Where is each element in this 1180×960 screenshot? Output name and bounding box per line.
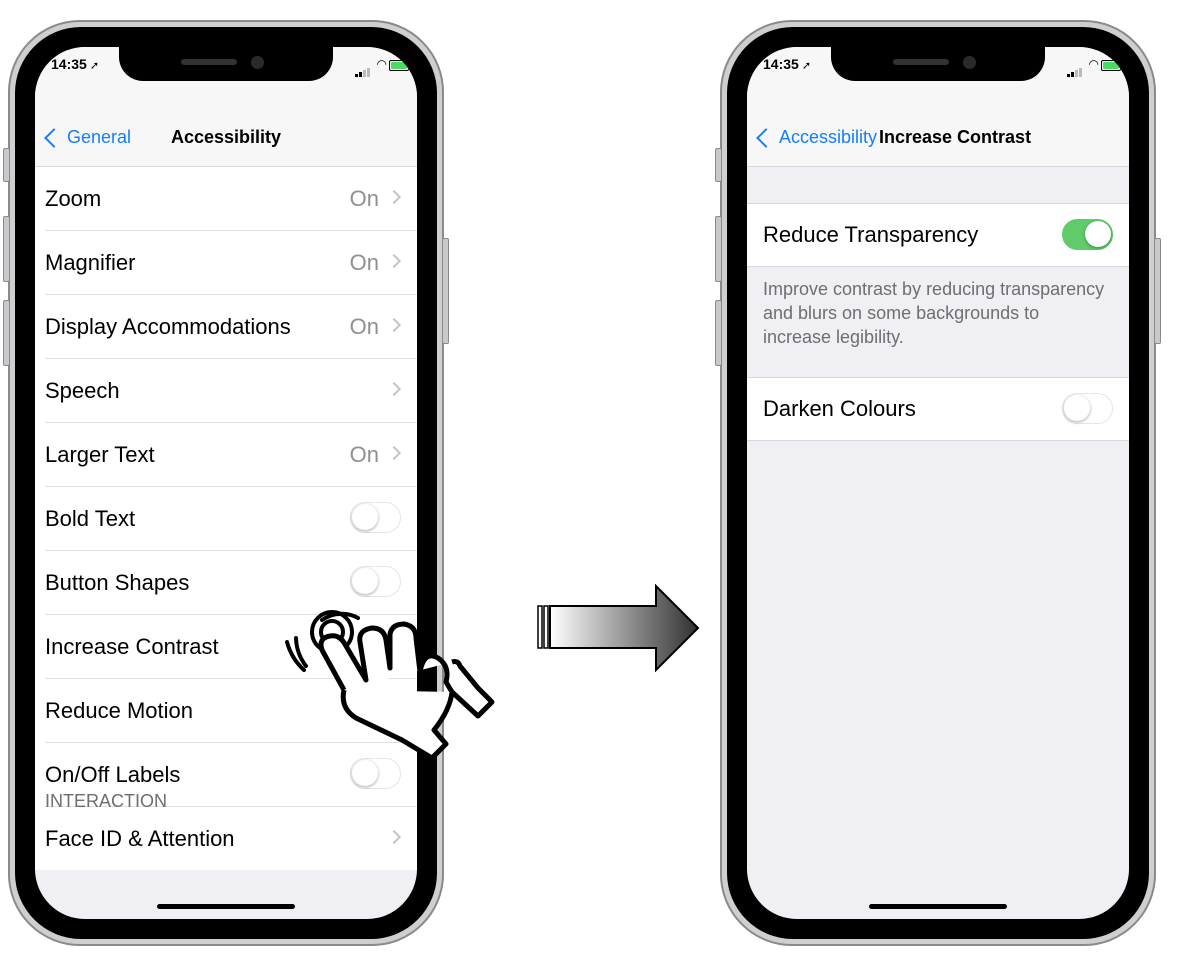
row-label: Reduce Transparency [763,222,979,247]
row-label: Face ID & Attention [45,825,235,851]
battery-icon [1101,60,1123,71]
accessibility-list: Zoom On Magnifier On Display Accommodati… [35,167,417,870]
row-speech[interactable]: Speech [45,359,417,423]
mute-switch [3,148,10,182]
reduce-transparency-description: Improve contrast by reducing transparenc… [763,279,1105,347]
home-indicator[interactable] [157,904,295,909]
location-arrow-icon: ➚ [89,60,100,72]
speaker [181,59,237,65]
darken-colours-toggle[interactable] [1062,393,1113,424]
chevron-right-icon [386,381,402,397]
row-label: Button Shapes [45,569,190,595]
row-face-id-attention[interactable]: Face ID & Attention [45,807,417,870]
row-label: Larger Text [45,441,155,467]
row-darken-colours: Darken Colours [763,378,1129,440]
reduce-transparency-toggle[interactable] [1062,219,1113,250]
chevron-right-icon [386,317,402,333]
nav-bar: General Accessibility [35,91,417,167]
side-button [1154,238,1161,344]
row-label: Reduce Motion [45,697,193,723]
left-screen: 14:35➚ ◠ General Accessibility Zoom On [35,47,417,919]
notch [831,47,1045,81]
side-button [442,238,449,344]
notch [119,47,333,81]
row-label: Speech [45,377,120,403]
chevron-right-icon [386,829,402,845]
volume-up-button [3,216,10,282]
row-value: On [349,185,379,211]
phone-bezel: 14:35 ➚ ◠ Accessibility Increase Contrast… [727,27,1149,939]
phone-bezel: 14:35➚ ◠ General Accessibility Zoom On [15,27,437,939]
row-value: On [349,441,379,467]
row-label: On/Off Labels [45,761,181,787]
row-value: On [349,249,379,275]
location-arrow-icon: ➚ [801,60,812,72]
chevron-right-icon [386,189,402,205]
chevron-left-icon [756,127,776,148]
volume-up-button [715,216,722,282]
volume-down-button [3,300,10,366]
darken-colours-group: Darken Colours [747,377,1129,441]
right-screen: 14:35 ➚ ◠ Accessibility Increase Contrast… [747,47,1129,919]
row-value: On [349,313,379,339]
chevron-right-icon [386,445,402,461]
back-button-accessibility[interactable]: Accessibility [755,127,877,148]
cellular-signal-icon [1067,59,1083,77]
wifi-icon: ◠ [1088,57,1099,71]
reduce-transparency-group: Reduce Transparency [747,203,1129,267]
on-off-labels-toggle[interactable] [350,758,401,789]
home-indicator[interactable] [869,904,1007,909]
page-title: Increase Contrast [879,127,1032,147]
row-label: Increase Contrast [45,633,219,659]
row-reduce-transparency: Reduce Transparency [763,204,1129,266]
page-title: Accessibility [171,127,282,147]
front-camera [963,56,976,69]
front-camera [251,56,264,69]
row-magnifier[interactable]: Magnifier On [45,231,417,295]
chevron-left-icon [44,127,64,148]
row-zoom[interactable]: Zoom On [45,167,417,231]
right-arrow-icon [537,584,700,672]
status-time: 14:35 ➚ [763,56,812,72]
section-header-interaction: INTERACTION [45,791,168,811]
chevron-right-icon [386,253,402,269]
battery-icon [389,60,411,71]
speaker [893,59,949,65]
cellular-signal-icon [355,59,371,77]
back-label: Accessibility [779,127,878,147]
right-phone: 14:35 ➚ ◠ Accessibility Increase Contrast… [715,20,1161,946]
back-button-general[interactable]: General [43,127,131,148]
back-label: General [67,127,132,147]
volume-down-button [715,300,722,366]
row-label: Darken Colours [763,396,916,421]
left-phone: 14:35➚ ◠ General Accessibility Zoom On [3,20,449,946]
wifi-icon: ◠ [376,57,387,71]
row-label: Magnifier [45,249,136,275]
row-display-accommodations[interactable]: Display Accommodations On [45,295,417,359]
bold-text-toggle[interactable] [350,502,401,533]
tap-hand-icon [285,610,495,760]
mute-switch [715,148,722,182]
status-time: 14:35 ➚ [51,56,100,72]
row-larger-text[interactable]: Larger Text On [45,423,417,487]
row-label: Display Accommodations [45,313,291,339]
row-label: Bold Text [45,505,136,531]
nav-bar: Accessibility Increase Contrast [747,91,1129,167]
row-label: Zoom [45,185,102,211]
row-bold-text: Bold Text [45,487,417,551]
